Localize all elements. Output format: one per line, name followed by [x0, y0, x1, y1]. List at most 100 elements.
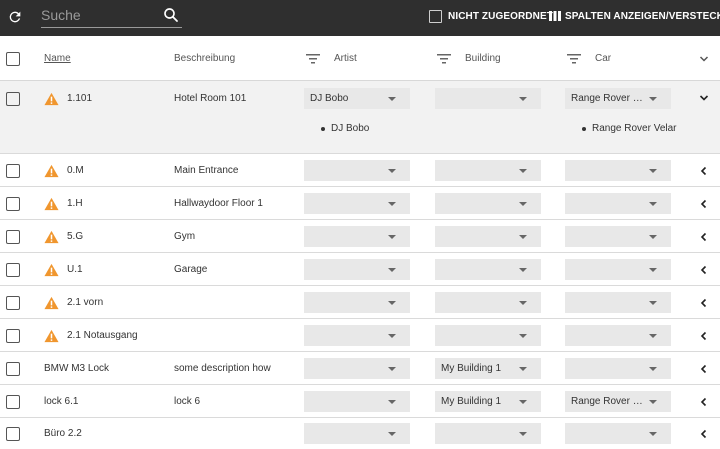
filter-icon[interactable]: [306, 53, 320, 64]
select-all-checkbox[interactable]: [6, 52, 20, 66]
table-row[interactable]: 1.101 Hotel Room 101 DJ Bobo Range Rover…: [0, 81, 720, 154]
building-select[interactable]: [435, 292, 541, 313]
chevron-left-icon[interactable]: [699, 397, 709, 407]
building-select[interactable]: [435, 193, 541, 214]
building-select[interactable]: [435, 226, 541, 247]
chevron-down-icon[interactable]: [699, 93, 709, 103]
row-name: Büro 2.2: [44, 428, 82, 439]
caret-down-icon: [649, 235, 657, 239]
chevron-left-icon[interactable]: [699, 232, 709, 242]
filter-icon[interactable]: [567, 53, 581, 64]
row-checkbox[interactable]: [6, 329, 20, 343]
table-row[interactable]: lock 6.1 lock 6 My Building 1 Range Rove…: [0, 385, 720, 418]
search-box: [41, 3, 182, 28]
building-select[interactable]: My Building 1: [435, 358, 541, 379]
building-select[interactable]: [435, 160, 541, 181]
building-select[interactable]: [435, 423, 541, 444]
caret-down-icon: [519, 268, 527, 272]
unassigned-label: NICHT ZUGEORDNET: [448, 10, 553, 22]
caret-down-icon: [519, 202, 527, 206]
building-select[interactable]: [435, 259, 541, 280]
caret-down-icon: [388, 268, 396, 272]
chevron-left-icon[interactable]: [699, 364, 709, 374]
row-name: 1.101: [67, 93, 93, 104]
column-header-building: Building: [437, 36, 501, 81]
caret-down-icon: [519, 235, 527, 239]
table-row[interactable]: U.1 Garage: [0, 253, 720, 286]
expand-all-icon[interactable]: [699, 54, 709, 64]
building-select[interactable]: My Building 1: [435, 391, 541, 412]
car-select[interactable]: [565, 160, 671, 181]
column-header-name[interactable]: Name: [44, 36, 71, 81]
car-select[interactable]: [565, 423, 671, 444]
chevron-left-icon[interactable]: [699, 265, 709, 275]
chevron-left-icon[interactable]: [699, 429, 709, 439]
artist-select[interactable]: [304, 160, 410, 181]
chevron-left-icon[interactable]: [699, 166, 709, 176]
unassigned-filter[interactable]: NICHT ZUGEORDNET: [429, 9, 553, 23]
row-checkbox[interactable]: [6, 395, 20, 409]
row-checkbox[interactable]: [6, 230, 20, 244]
car-select[interactable]: [565, 358, 671, 379]
warning-icon: [44, 164, 59, 178]
row-checkbox[interactable]: [6, 197, 20, 211]
artist-select[interactable]: [304, 193, 410, 214]
car-select-value: Range Rover Velar: [571, 396, 647, 407]
toggle-columns-button[interactable]: SPALTEN ANZEIGEN/VERSTECKEN: [549, 9, 720, 23]
car-select[interactable]: [565, 259, 671, 280]
table-row[interactable]: 5.G Gym: [0, 220, 720, 253]
row-name: lock 6.1: [44, 396, 79, 407]
refresh-icon[interactable]: [7, 9, 23, 25]
car-select[interactable]: [565, 325, 671, 346]
building-select[interactable]: [435, 88, 541, 109]
table-row[interactable]: 0.M Main Entrance: [0, 154, 720, 187]
table-row[interactable]: 2.1 vorn: [0, 286, 720, 319]
caret-down-icon: [649, 169, 657, 173]
warning-icon: [44, 197, 59, 211]
artist-select[interactable]: [304, 358, 410, 379]
caret-down-icon: [519, 334, 527, 338]
search-icon[interactable]: [162, 6, 180, 24]
building-select[interactable]: [435, 325, 541, 346]
artist-select[interactable]: DJ Bobo: [304, 88, 410, 109]
column-header-artist: Artist: [306, 36, 357, 81]
caret-down-icon: [649, 268, 657, 272]
car-select[interactable]: [565, 292, 671, 313]
caret-down-icon: [649, 301, 657, 305]
chevron-left-icon[interactable]: [699, 199, 709, 209]
unassigned-checkbox[interactable]: [429, 9, 442, 23]
filter-icon[interactable]: [437, 53, 451, 64]
caret-down-icon: [388, 400, 396, 404]
artist-select[interactable]: [304, 259, 410, 280]
row-description: lock 6: [174, 396, 201, 407]
warning-icon: [44, 263, 59, 277]
table-row[interactable]: Büro 2.2: [0, 418, 720, 449]
artist-select[interactable]: [304, 325, 410, 346]
caret-down-icon: [649, 97, 657, 101]
row-description: some description how: [174, 363, 271, 374]
row-checkbox[interactable]: [6, 362, 20, 376]
row-checkbox[interactable]: [6, 263, 20, 277]
table-row[interactable]: BMW M3 Lock some description how My Buil…: [0, 352, 720, 385]
row-checkbox[interactable]: [6, 427, 20, 441]
car-select[interactable]: [565, 193, 671, 214]
chevron-left-icon[interactable]: [699, 298, 709, 308]
row-checkbox[interactable]: [6, 92, 20, 106]
row-checkbox[interactable]: [6, 296, 20, 310]
warning-icon: [44, 230, 59, 244]
car-select[interactable]: Range Rover Velar: [565, 391, 671, 412]
search-input[interactable]: [41, 5, 159, 25]
artist-select-value: DJ Bobo: [310, 93, 349, 104]
chevron-left-icon[interactable]: [699, 331, 709, 341]
table-row[interactable]: 2.1 Notausgang: [0, 319, 720, 352]
artist-select[interactable]: [304, 292, 410, 313]
warning-icon: [44, 92, 59, 106]
artist-select[interactable]: [304, 226, 410, 247]
table-row[interactable]: 1.H Hallwaydoor Floor 1: [0, 187, 720, 220]
artist-select[interactable]: [304, 423, 410, 444]
caret-down-icon: [388, 202, 396, 206]
row-checkbox[interactable]: [6, 164, 20, 178]
artist-select[interactable]: [304, 391, 410, 412]
car-select[interactable]: [565, 226, 671, 247]
car-select[interactable]: Range Rover Velar: [565, 88, 671, 109]
